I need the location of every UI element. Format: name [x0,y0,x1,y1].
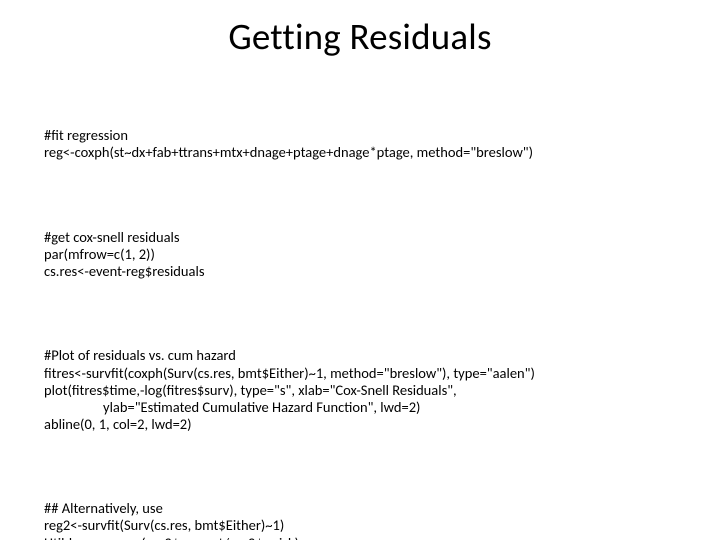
code-block-1: #fit regression reg<-coxph(st~dx+fab+ttr… [44,127,676,161]
code-line: #get cox-snell residuals [44,228,180,246]
code-line: reg<-coxph(st~dx+fab+ttrans+mtx+dnage+pt… [44,143,533,161]
code-line: #fit regression [44,126,128,144]
slide: Getting Residuals #fit regression reg<-c… [0,0,720,540]
code-line: #Plot of residuals vs. cum hazard [44,346,236,364]
code-line: fitres<-survfit(coxph(Surv(cs.res, bmt$E… [44,364,535,382]
slide-title: Getting Residuals [44,14,676,59]
code-line: ## Alternatively, use [44,499,163,517]
code-line: Htilde<-cumsum(reg2$n.event/reg2$n.risk) [44,534,299,540]
code-block-2: #get cox-snell residuals par(mfrow=c(1, … [44,229,676,280]
code-line: par(mfrow=c(1, 2)) [44,245,155,263]
code-block-3: #Plot of residuals vs. cum hazard fitres… [44,347,676,433]
code-line: abline(0, 1, col=2, lwd=2) [44,415,192,433]
code-block-4: ## Alternatively, use reg2<-survfit(Surv… [44,500,676,540]
code-body: #fit regression reg<-coxph(st~dx+fab+ttr… [44,93,676,540]
code-line: cs.res<-event-reg$residuals [44,262,204,280]
code-line: reg2<-survfit(Surv(cs.res, bmt$Either)~1… [44,516,284,534]
code-line: plot(fitres$time,-log(fitres$surv), type… [44,381,457,399]
code-line: ylab="Estimated Cumulative Hazard Functi… [44,398,420,416]
